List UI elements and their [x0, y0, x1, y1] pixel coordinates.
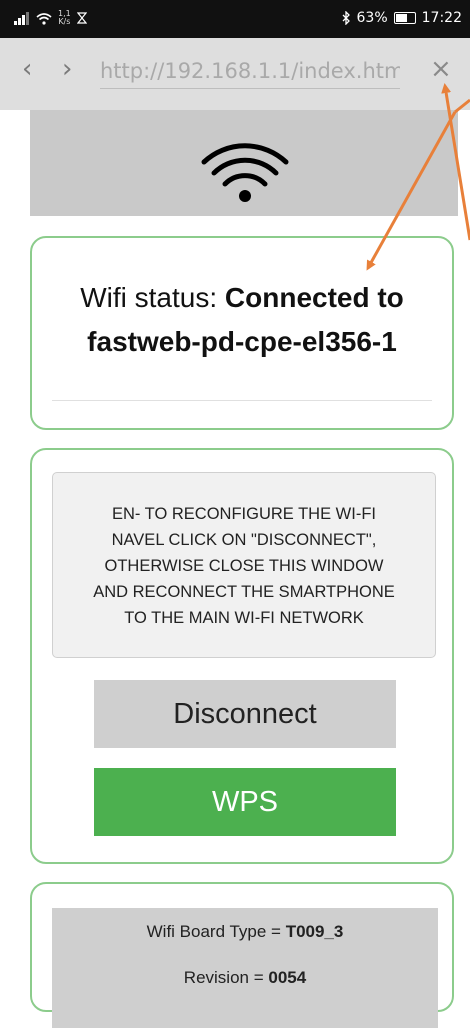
- clock: 17:22: [421, 10, 462, 26]
- board-type-value: T009_3: [285, 922, 344, 941]
- actions-card: EN- TO RECONFIGURE THE WI-FI NAVEL CLICK…: [30, 448, 454, 864]
- address-bar: ‹ › http://192.168.1.1/index.htm ×: [0, 38, 470, 110]
- board-info-card: Wifi Board Type = T009_3 Revision = 0054: [30, 882, 454, 1028]
- battery-percent: 63%: [356, 10, 388, 26]
- instruction-line: NAVEL CLICK ON "DISCONNECT",: [111, 531, 377, 549]
- instruction-line: OTHERWISE CLOSE THIS WINDOW: [104, 557, 384, 575]
- battery-fill: [395, 14, 407, 22]
- board-info-box: Wifi Board Type = T009_3 Revision = 0054: [52, 908, 438, 1028]
- wifi-status-card: Wifi status: Connected to fastweb-pd-cpe…: [30, 236, 454, 430]
- status-left: 1,1 K/s: [14, 10, 87, 26]
- signal-icon: [14, 12, 29, 25]
- wifi-status-value-line2: fastweb-pd-cpe-el356-1: [87, 326, 397, 357]
- status-right: 63% 17:22: [342, 10, 462, 26]
- instructions-box: EN- TO RECONFIGURE THE WI-FI NAVEL CLICK…: [52, 472, 436, 658]
- wifi-status-value-line1: Connected to: [224, 282, 404, 313]
- hourglass-icon: [76, 12, 87, 24]
- battery-icon: [393, 12, 416, 24]
- board-type-label: Wifi Board Type =: [146, 922, 286, 941]
- instruction-line: AND RECONNECT THE SMARTPHONE: [93, 583, 395, 601]
- board-revision: Revision = 0054: [52, 968, 438, 988]
- wps-button[interactable]: WPS: [94, 768, 396, 836]
- board-type: Wifi Board Type = T009_3: [52, 922, 438, 942]
- network-speed: 1,1 K/s: [58, 10, 71, 26]
- instruction-line: EN- TO RECONFIGURE THE WI-FI: [111, 505, 376, 523]
- wifi-banner: [30, 110, 458, 216]
- board-revision-value: 0054: [268, 968, 307, 987]
- wifi-status-icon: [36, 12, 52, 25]
- board-revision-label: Revision =: [183, 968, 269, 987]
- bluetooth-icon: [342, 11, 350, 25]
- wifi-status-label: Wifi status:: [80, 282, 225, 313]
- status-bar: 1,1 K/s 63% 17:22: [0, 0, 470, 38]
- divider: [52, 400, 432, 401]
- disconnect-button[interactable]: Disconnect: [94, 680, 396, 748]
- url-field[interactable]: http://192.168.1.1/index.htm: [100, 59, 400, 89]
- network-speed-unit: K/s: [58, 17, 71, 26]
- instruction-line: TO THE MAIN WI-FI NETWORK: [124, 609, 364, 627]
- wifi-status-text: Wifi status: Connected to fastweb-pd-cpe…: [32, 276, 452, 364]
- forward-button[interactable]: ›: [62, 54, 72, 84]
- close-icon[interactable]: ×: [430, 54, 452, 84]
- back-button[interactable]: ‹: [22, 54, 32, 84]
- wifi-icon: [201, 143, 289, 202]
